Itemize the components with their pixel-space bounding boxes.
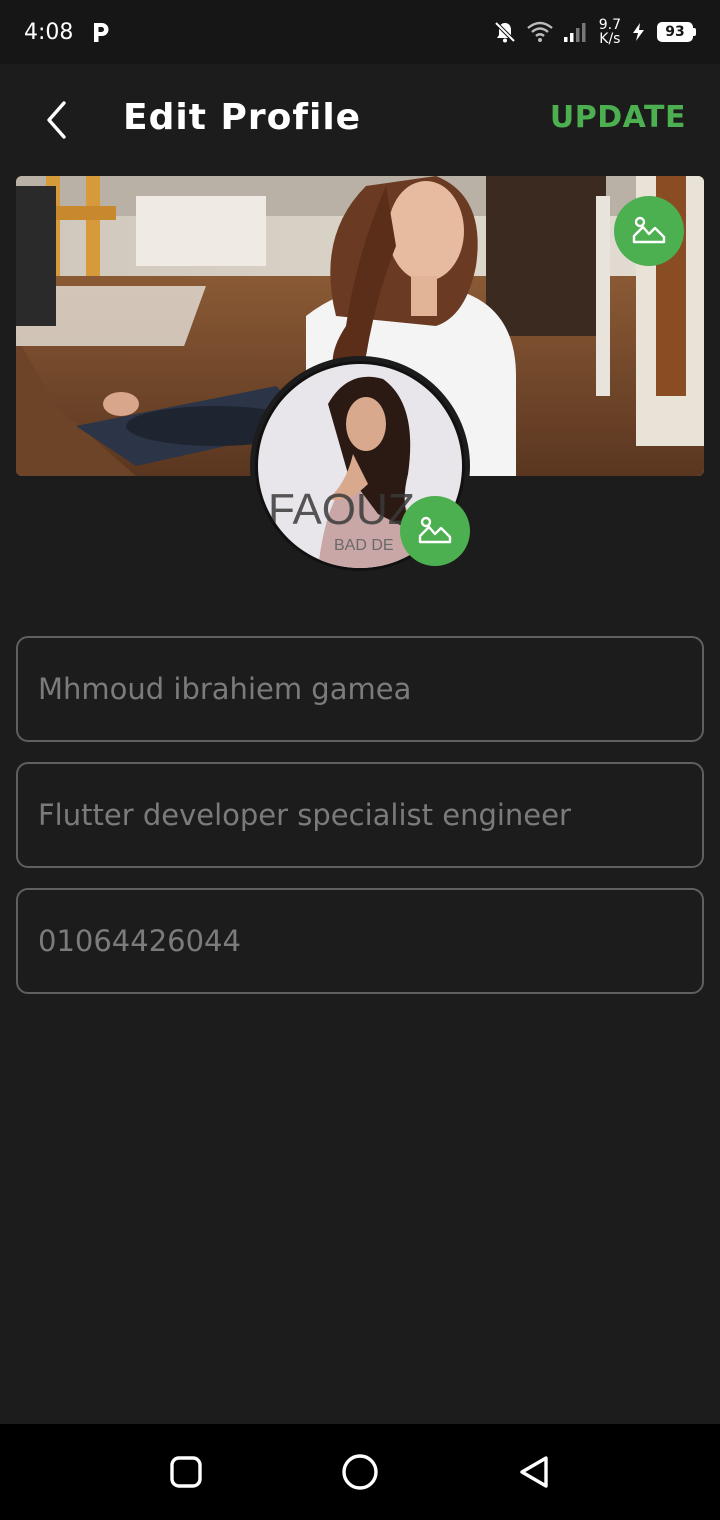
system-back-button[interactable] [514, 1452, 554, 1492]
network-speed: 9.7 K/s [598, 17, 621, 47]
status-icons: 9.7 K/s 93 [493, 18, 696, 46]
image-icon [418, 516, 452, 544]
avatar-edit-button[interactable] [400, 496, 470, 566]
square-icon [170, 1456, 202, 1488]
signal-icon [563, 23, 586, 42]
parking-app-icon [94, 23, 109, 42]
avatar-brand-text: FAOUZ [268, 485, 415, 534]
status-bar: 4:08 9.7 K/s 93 [0, 0, 720, 64]
triangle-back-icon [520, 1456, 548, 1488]
recent-apps-button[interactable] [166, 1452, 206, 1492]
home-button[interactable] [340, 1452, 380, 1492]
bell-muted-icon [494, 21, 516, 43]
back-button[interactable] [36, 98, 76, 142]
update-button[interactable]: UPDATE [550, 100, 686, 135]
battery-level: 93 [657, 22, 693, 42]
charging-icon [633, 23, 644, 41]
phone-field[interactable] [16, 888, 704, 994]
circle-icon [342, 1454, 378, 1490]
status-time: 4:08 [24, 19, 74, 45]
phone-input[interactable] [38, 924, 682, 958]
bio-field[interactable] [16, 762, 704, 868]
chevron-left-icon [47, 101, 66, 139]
name-input[interactable] [38, 672, 682, 706]
avatar-brand-subtext: BAD DE [334, 537, 394, 554]
wifi-icon [526, 21, 553, 42]
system-nav-bar [0, 1424, 720, 1520]
page-title: Edit Profile [123, 97, 362, 138]
battery-icon: 93 [657, 22, 696, 42]
cover-edit-button[interactable] [614, 196, 684, 266]
bio-input[interactable] [38, 798, 682, 832]
image-icon [632, 216, 666, 244]
app-bar: Edit Profile UPDATE [0, 64, 720, 176]
name-field[interactable] [16, 636, 704, 742]
